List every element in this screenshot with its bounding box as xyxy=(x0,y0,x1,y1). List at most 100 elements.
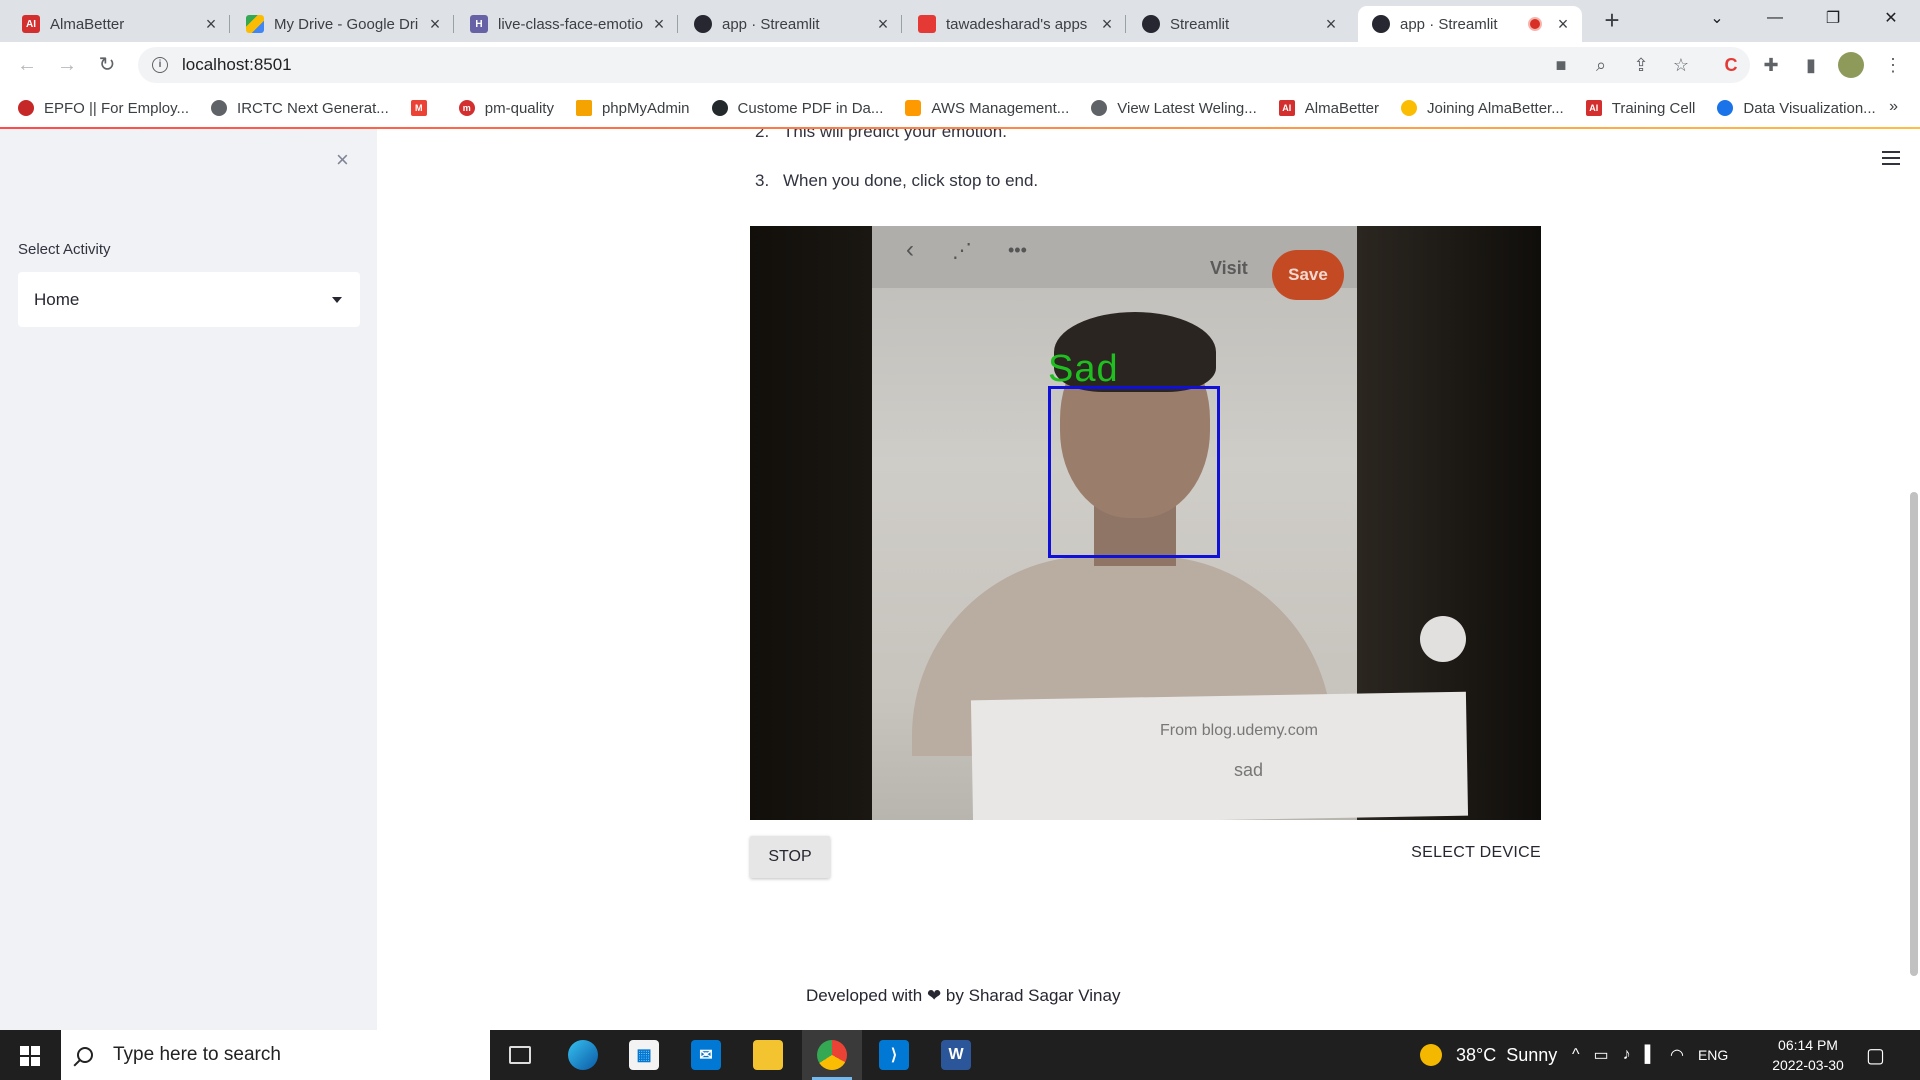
window-controls: ⌄ — ❐ ✕ xyxy=(1688,0,1920,36)
bookmarks-bar: EPFO || For Employ... IRCTC Next Generat… xyxy=(0,88,1920,128)
camera-icon[interactable]: ■ xyxy=(1548,52,1574,78)
select-device-button[interactable]: SELECT DEVICE xyxy=(1401,844,1541,862)
bookmark-gmail[interactable]: M xyxy=(410,100,437,116)
close-icon[interactable]: × xyxy=(1322,14,1340,35)
bookmark-github[interactable]: Custome PDF in Da... xyxy=(711,100,883,117)
address-bar[interactable]: i localhost:8501 xyxy=(138,47,1750,83)
tab-google-drive[interactable]: My Drive - Google Dri × xyxy=(232,6,454,42)
almabetter-icon: AI xyxy=(1585,100,1602,116)
back-icon[interactable]: ← xyxy=(14,52,40,78)
instruction-text: When you done, click stop to end. xyxy=(783,171,1039,190)
tab-streamlit-app[interactable]: app · Streamlit × xyxy=(680,6,902,42)
language-indicator[interactable]: ENG xyxy=(1698,1047,1728,1063)
tab-almabetter[interactable]: AI AlmaBetter × xyxy=(8,6,230,42)
edge-icon[interactable] xyxy=(553,1030,613,1080)
task-view-icon[interactable] xyxy=(490,1030,550,1080)
bookmark-label: Data Visualization... xyxy=(1743,99,1876,117)
word-icon[interactable]: W xyxy=(926,1030,986,1080)
activity-select[interactable]: Home xyxy=(18,272,360,327)
extension-icon[interactable]: C xyxy=(1718,52,1744,78)
network-battery-icon[interactable]: ▭ xyxy=(1594,1045,1609,1065)
zoom-icon[interactable]: ⌕ xyxy=(1588,52,1614,78)
scrollbar[interactable] xyxy=(1910,492,1918,976)
browser-tab-strip: AI AlmaBetter × My Drive - Google Dri × … xyxy=(0,0,1920,42)
file-explorer-icon[interactable] xyxy=(738,1030,798,1080)
more-bookmarks-icon[interactable]: » xyxy=(1889,98,1898,116)
github-icon xyxy=(711,100,728,116)
wifi-icon[interactable]: ◠ xyxy=(1670,1045,1684,1065)
close-icon[interactable]: × xyxy=(874,14,892,35)
microphone-icon[interactable]: ▌ xyxy=(1645,1046,1656,1064)
bookmark-label: Training Cell xyxy=(1611,99,1696,117)
close-window-icon[interactable]: ✕ xyxy=(1862,0,1920,36)
pm-quality-icon: m xyxy=(458,100,475,116)
tab-streamlit[interactable]: Streamlit × xyxy=(1128,6,1350,42)
url-text[interactable]: localhost:8501 xyxy=(182,55,292,75)
forward-icon[interactable]: → xyxy=(54,52,80,78)
site-info-icon[interactable]: i xyxy=(152,57,168,73)
share-icon[interactable]: ⇪ xyxy=(1628,52,1654,78)
bookmark-irctc[interactable]: IRCTC Next Generat... xyxy=(211,100,389,117)
hamburger-menu-icon[interactable] xyxy=(1882,151,1900,169)
bookmark-pm-quality[interactable]: m pm-quality xyxy=(458,100,554,117)
weather-widget[interactable]: 38°C Sunny xyxy=(1420,1030,1557,1080)
vscode-icon[interactable]: ⟩ xyxy=(864,1030,924,1080)
tab-heroku[interactable]: H live-class-face-emotio × xyxy=(456,6,678,42)
visual-search-icon xyxy=(1420,616,1466,662)
search-placeholder[interactable]: Type here to search xyxy=(113,1044,281,1066)
chevron-down-icon xyxy=(332,296,342,303)
footer-credit: Developed with ❤ by Sharad Sagar Vinay xyxy=(806,986,1121,1005)
new-tab-icon[interactable]: + xyxy=(1598,6,1626,34)
minimize-icon[interactable]: — xyxy=(1746,0,1804,36)
chevron-up-icon[interactable]: ^ xyxy=(1572,1046,1580,1064)
tab-search-icon[interactable]: ⌄ xyxy=(1688,0,1746,36)
bookmark-joining-almabetter[interactable]: Joining AlmaBetter... xyxy=(1400,99,1564,117)
bookmark-label: AlmaBetter xyxy=(1304,99,1379,117)
heroku-icon: H xyxy=(470,15,488,33)
bookmark-epfo[interactable]: EPFO || For Employ... xyxy=(18,100,189,117)
clock[interactable]: 06:14 PM 2022-03-30 xyxy=(1766,1035,1850,1075)
close-icon[interactable]: × xyxy=(1098,14,1116,35)
reload-icon[interactable]: ↻ xyxy=(94,52,120,78)
close-icon[interactable]: × xyxy=(202,14,220,35)
close-icon[interactable]: × xyxy=(426,14,444,35)
phone-visit-text: Visit xyxy=(1210,258,1248,278)
sun-icon xyxy=(1420,1044,1442,1066)
windows-start-icon[interactable] xyxy=(20,1046,40,1066)
bookmark-weling[interactable]: View Latest Weling... xyxy=(1091,100,1257,117)
phpmyadmin-icon xyxy=(575,100,592,116)
side-panel-icon[interactable]: ▮ xyxy=(1798,52,1824,78)
menu-dots-icon[interactable]: ⋮ xyxy=(1880,52,1906,78)
chevron-left-icon: ‹ xyxy=(906,236,914,263)
bookmark-almabetter[interactable]: AI AlmaBetter xyxy=(1278,99,1379,117)
stop-button[interactable]: STOP xyxy=(750,836,830,878)
bookmark-aws[interactable]: AWS Management... xyxy=(905,100,1069,117)
weather-text: 38°C Sunny xyxy=(1456,1044,1558,1065)
notifications-icon[interactable]: ▢ xyxy=(1866,1030,1885,1080)
webcam-video-feed: ‹ ⋰ ••• Visit Save From blog.udemy.com s… xyxy=(750,226,1541,820)
tab-streamlit-active[interactable]: app · Streamlit × xyxy=(1358,6,1582,42)
extensions-puzzle-icon[interactable]: ✚ xyxy=(1758,52,1784,78)
volume-icon[interactable]: ♪ xyxy=(1623,1046,1631,1064)
mail-icon[interactable]: ✉ xyxy=(676,1030,736,1080)
tab-label: app · Streamlit xyxy=(1400,15,1498,33)
taskbar-search[interactable]: Type here to search xyxy=(61,1030,490,1080)
bookmark-star-icon[interactable]: ☆ xyxy=(1668,52,1694,78)
search-icon xyxy=(77,1047,93,1063)
restore-icon[interactable]: ❐ xyxy=(1804,0,1862,36)
data-viz-icon xyxy=(1717,100,1734,116)
bookmark-data-visualization[interactable]: Data Visualization... xyxy=(1717,99,1876,117)
close-icon[interactable]: × xyxy=(650,14,668,35)
avatar[interactable] xyxy=(1838,52,1864,78)
streamlit-icon xyxy=(1372,15,1390,33)
tab-streamlit-share[interactable]: tawadesharad's apps × xyxy=(904,6,1126,42)
bookmark-label: Joining AlmaBetter... xyxy=(1426,99,1564,117)
tab-label: app · Streamlit xyxy=(722,15,820,33)
bookmark-phpmyadmin[interactable]: phpMyAdmin xyxy=(575,99,690,117)
bookmark-label: phpMyAdmin xyxy=(601,99,690,117)
store-icon[interactable]: ▦ xyxy=(614,1030,674,1080)
chrome-icon[interactable] xyxy=(802,1030,862,1080)
close-sidebar-icon[interactable]: × xyxy=(336,147,349,173)
close-icon[interactable]: × xyxy=(1554,14,1572,35)
bookmark-training-cell[interactable]: AI Training Cell xyxy=(1585,99,1696,117)
